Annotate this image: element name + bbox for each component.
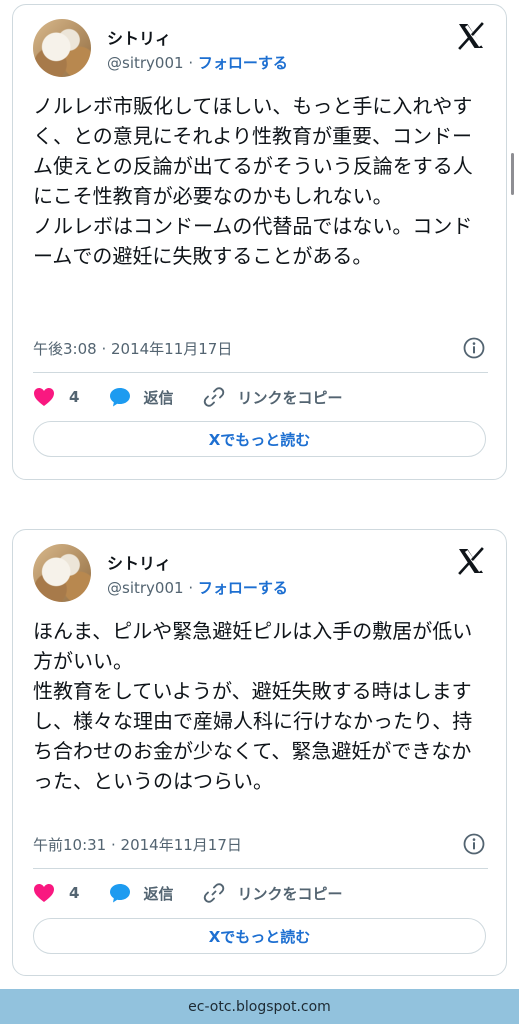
follow-link[interactable]: フォローする <box>198 54 288 72</box>
footer-text: ec-otc.blogspot.com <box>188 998 331 1015</box>
follow-link[interactable]: フォローする <box>198 579 288 597</box>
user-handle[interactable]: @sitry001 <box>107 54 184 72</box>
info-icon[interactable] <box>462 336 486 360</box>
read-more-button[interactable]: Xでもっと読む <box>33 918 486 954</box>
footer-banner: ec-otc.blogspot.com <box>0 989 519 1024</box>
speech-bubble-icon <box>110 388 131 407</box>
avatar[interactable] <box>33 544 91 602</box>
like-button[interactable]: 4 <box>33 883 79 903</box>
heart-icon <box>34 388 54 406</box>
handle-separator: · <box>188 579 194 597</box>
timestamp[interactable]: 午前10:31 · 2014年11月17日 <box>33 834 242 855</box>
divider <box>33 868 488 869</box>
user-name[interactable]: シトリィ <box>107 550 171 574</box>
copy-link-button[interactable]: リンクをコピー <box>203 386 342 408</box>
like-button[interactable]: 4 <box>33 387 79 407</box>
action-bar: 4 返信 リンクをコピー <box>33 383 342 411</box>
like-count: 4 <box>69 884 80 902</box>
reply-button[interactable]: 返信 <box>109 387 173 408</box>
link-icon <box>204 883 225 903</box>
handle-line: @sitry001 · フォローする <box>107 52 288 73</box>
x-logo-icon[interactable] <box>456 21 486 51</box>
action-bar: 4 返信 リンクをコピー <box>33 879 342 907</box>
copy-link-label: リンクをコピー <box>237 388 343 407</box>
info-icon[interactable] <box>462 832 486 856</box>
tweet-text: ほんま、ピルや緊急避妊ピルは入手の敷居が低い方がいい。 性教育をしていようが、避… <box>33 619 473 793</box>
like-count: 4 <box>69 388 80 406</box>
handle-line: @sitry001 · フォローする <box>107 577 288 598</box>
divider <box>33 372 488 373</box>
tweet-text: ノルレボ市販化してほしい、もっと手に入れやすく、との意見にそれより性教育が重要、… <box>33 94 473 268</box>
heart-icon <box>34 884 54 902</box>
copy-link-button[interactable]: リンクをコピー <box>203 882 342 904</box>
avatar[interactable] <box>33 19 91 77</box>
scrollbar[interactable] <box>511 153 514 195</box>
tweet-card: シトリィ @sitry001 · フォローする ノルレボ市販化してほしい、もっと… <box>12 4 507 480</box>
x-logo-icon[interactable] <box>456 546 486 576</box>
handle-separator: · <box>188 54 194 72</box>
read-more-button[interactable]: Xでもっと読む <box>33 421 486 457</box>
reply-label: 返信 <box>143 388 174 407</box>
reply-label: 返信 <box>143 884 174 903</box>
reply-button[interactable]: 返信 <box>109 883 173 904</box>
tweet-card: シトリィ @sitry001 · フォローする ほんま、ピルや緊急避妊ピルは入手… <box>12 529 507 976</box>
user-name[interactable]: シトリィ <box>107 25 171 49</box>
copy-link-label: リンクをコピー <box>237 884 343 903</box>
link-icon <box>204 387 225 407</box>
user-handle[interactable]: @sitry001 <box>107 579 184 597</box>
speech-bubble-icon <box>110 884 131 903</box>
timestamp[interactable]: 午後3:08 · 2014年11月17日 <box>33 338 232 359</box>
